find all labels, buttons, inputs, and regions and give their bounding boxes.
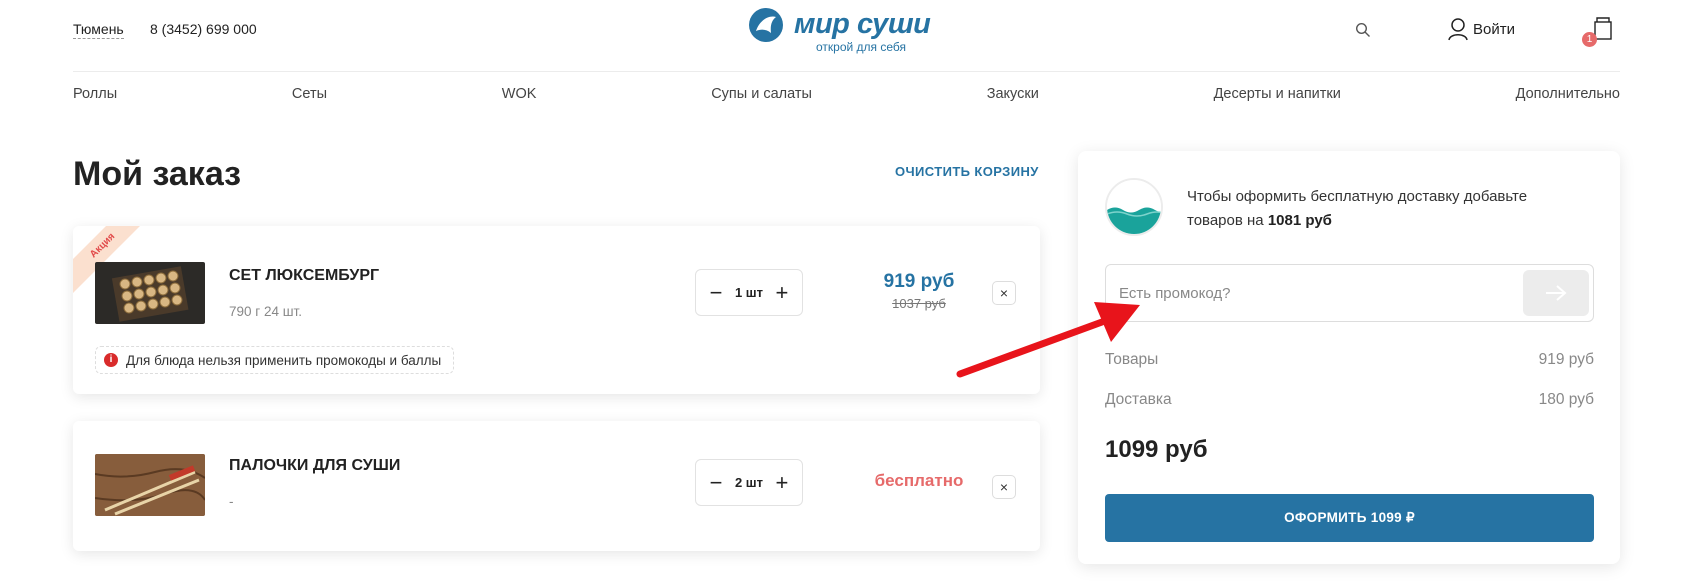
decrease-button[interactable]: − xyxy=(708,471,724,494)
cart-item: Акция СЕТ ЛЮКСЕМБУРГ 790 г 24 шт. − 1 шт… xyxy=(73,226,1040,394)
logo-subtitle: открой для себя xyxy=(816,40,907,54)
item-old-price: 1037 руб xyxy=(892,296,946,311)
cart-count-badge: 1 xyxy=(1582,32,1597,47)
promo-code-field xyxy=(1105,264,1594,322)
logo-mark-icon xyxy=(749,8,783,42)
product-name[interactable]: ПАЛОЧКИ ДЛЯ СУШИ xyxy=(229,456,400,476)
remove-item-button[interactable]: × xyxy=(992,475,1016,499)
city-selector[interactable]: Тюмень xyxy=(73,21,124,39)
login-label: Войти xyxy=(1473,20,1515,38)
checkout-button[interactable]: ОФОРМИТЬ 1099 ₽ xyxy=(1105,494,1594,542)
delivery-value: 180 руб xyxy=(1538,391,1594,408)
increase-button[interactable]: + xyxy=(774,281,790,304)
product-name[interactable]: СЕТ ЛЮКСЕМБУРГ xyxy=(229,266,379,286)
nav-item-snacks[interactable]: Закуски xyxy=(987,84,1039,108)
order-summary: Чтобы оформить бесплатную доставку добав… xyxy=(1078,151,1620,564)
goods-label: Товары xyxy=(1105,351,1159,368)
delivery-row: Доставка 180 руб xyxy=(1105,390,1594,410)
item-price-free: бесплатно xyxy=(874,471,964,490)
phone-link[interactable]: 8 (3452) 699 000 xyxy=(150,21,257,37)
promo-code-input[interactable] xyxy=(1106,265,1506,321)
cart-item: ПАЛОЧКИ ДЛЯ СУШИ - − 2 шт + бесплатно × xyxy=(73,421,1040,551)
free-delivery-amount: 1081 руб xyxy=(1267,212,1332,229)
quantity-value: 1 шт xyxy=(734,285,764,300)
logo-title: мир суши xyxy=(794,8,931,40)
quantity-value: 2 шт xyxy=(734,475,764,490)
goods-total-row: Товары 919 руб xyxy=(1105,350,1594,370)
delivery-progress-wave xyxy=(1105,178,1163,236)
free-delivery-text: Чтобы оформить бесплатную доставку добав… xyxy=(1187,188,1528,229)
login-button[interactable]: Войти xyxy=(1447,16,1515,42)
quantity-stepper: − 1 шт + xyxy=(695,269,803,316)
item-price: 919 руб xyxy=(883,271,955,292)
increase-button[interactable]: + xyxy=(774,471,790,494)
page-title: Мой заказ xyxy=(73,155,242,193)
product-meta: - xyxy=(229,494,234,509)
promo-restriction-note: i Для блюда нельзя применить промокоды и… xyxy=(95,346,455,374)
promo-restriction-text: Для блюда нельзя применить промокоды и б… xyxy=(126,352,442,368)
free-delivery-message: Чтобы оформить бесплатную доставку добав… xyxy=(1187,185,1587,233)
category-nav: Роллы Сеты WOK Супы и салаты Закуски Дес… xyxy=(73,84,1620,108)
nav-item-soups-salads[interactable]: Супы и салаты xyxy=(711,84,812,108)
arrow-right-icon xyxy=(1546,285,1567,301)
remove-item-button[interactable]: × xyxy=(992,281,1016,305)
info-icon: i xyxy=(104,353,118,367)
user-icon xyxy=(1448,18,1468,41)
delivery-label: Доставка xyxy=(1105,391,1172,408)
goods-value: 919 руб xyxy=(1538,351,1594,368)
cart-button[interactable]: 1 xyxy=(1582,14,1618,47)
site-logo[interactable]: мир суши открой для себя xyxy=(748,4,948,56)
order-total: 1099 руб xyxy=(1105,436,1208,463)
nav-item-wok[interactable]: WOK xyxy=(502,84,537,108)
nav-item-desserts-drinks[interactable]: Десерты и напитки xyxy=(1214,84,1341,108)
product-image[interactable] xyxy=(95,262,205,324)
product-image[interactable] xyxy=(95,454,205,516)
promo-submit-button[interactable] xyxy=(1523,270,1589,316)
site-header: Тюмень 8 (3452) 699 000 мир суши открой … xyxy=(0,0,1693,66)
quantity-stepper: − 2 шт + xyxy=(695,459,803,506)
nav-item-extra[interactable]: Дополнительно xyxy=(1516,84,1620,108)
product-meta: 790 г 24 шт. xyxy=(229,304,302,319)
search-icon[interactable] xyxy=(1355,22,1371,38)
nav-item-sets[interactable]: Сеты xyxy=(292,84,327,108)
nav-item-rolls[interactable]: Роллы xyxy=(73,84,117,108)
clear-cart-button[interactable]: ОЧИСТИТЬ КОРЗИНУ xyxy=(895,164,1039,180)
header-divider xyxy=(73,71,1620,72)
decrease-button[interactable]: − xyxy=(708,281,724,304)
